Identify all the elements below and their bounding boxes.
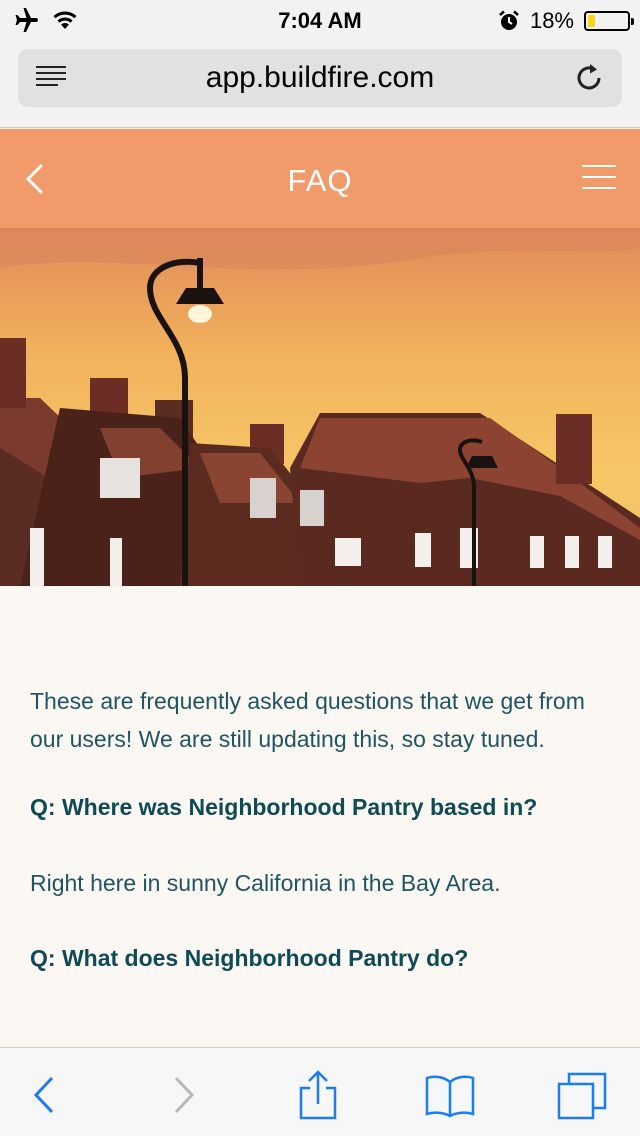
battery-icon [584,11,634,31]
hero-image [0,228,640,586]
back-icon[interactable] [22,1070,72,1120]
hamburger-menu-icon[interactable] [582,165,616,193]
address-bar[interactable]: app.buildfire.com [18,49,622,107]
intro-text: These are frequently asked questions tha… [30,688,585,752]
url-text[interactable]: app.buildfire.com [18,61,622,95]
browser-toolbar [0,1047,640,1136]
app-header: FAQ [0,129,640,228]
faq-answer: Right here in sunny California in the Ba… [30,870,501,896]
page-title: FAQ [287,163,353,198]
battery-percent: 18% [529,8,574,33]
faq-question: Q: What does Neighborhood Pantry do? [30,945,469,971]
forward-icon[interactable] [160,1070,210,1120]
faq-content: These are frequently asked questions tha… [30,682,610,972]
browser-screen: { "status_bar": { "time": "7:04 AM", "ba… [0,0,640,1136]
browser-address-area: app.buildfire.com [0,40,640,128]
bookmarks-icon[interactable] [425,1070,475,1120]
tabs-icon[interactable] [557,1070,607,1120]
faq-question: Q: Where was Neighborhood Pantry based i… [30,794,538,820]
share-icon[interactable] [293,1070,343,1120]
status-bar: 7:04 AM 18% [0,0,640,40]
alarm-icon [499,10,519,30]
reload-icon[interactable] [572,61,606,95]
